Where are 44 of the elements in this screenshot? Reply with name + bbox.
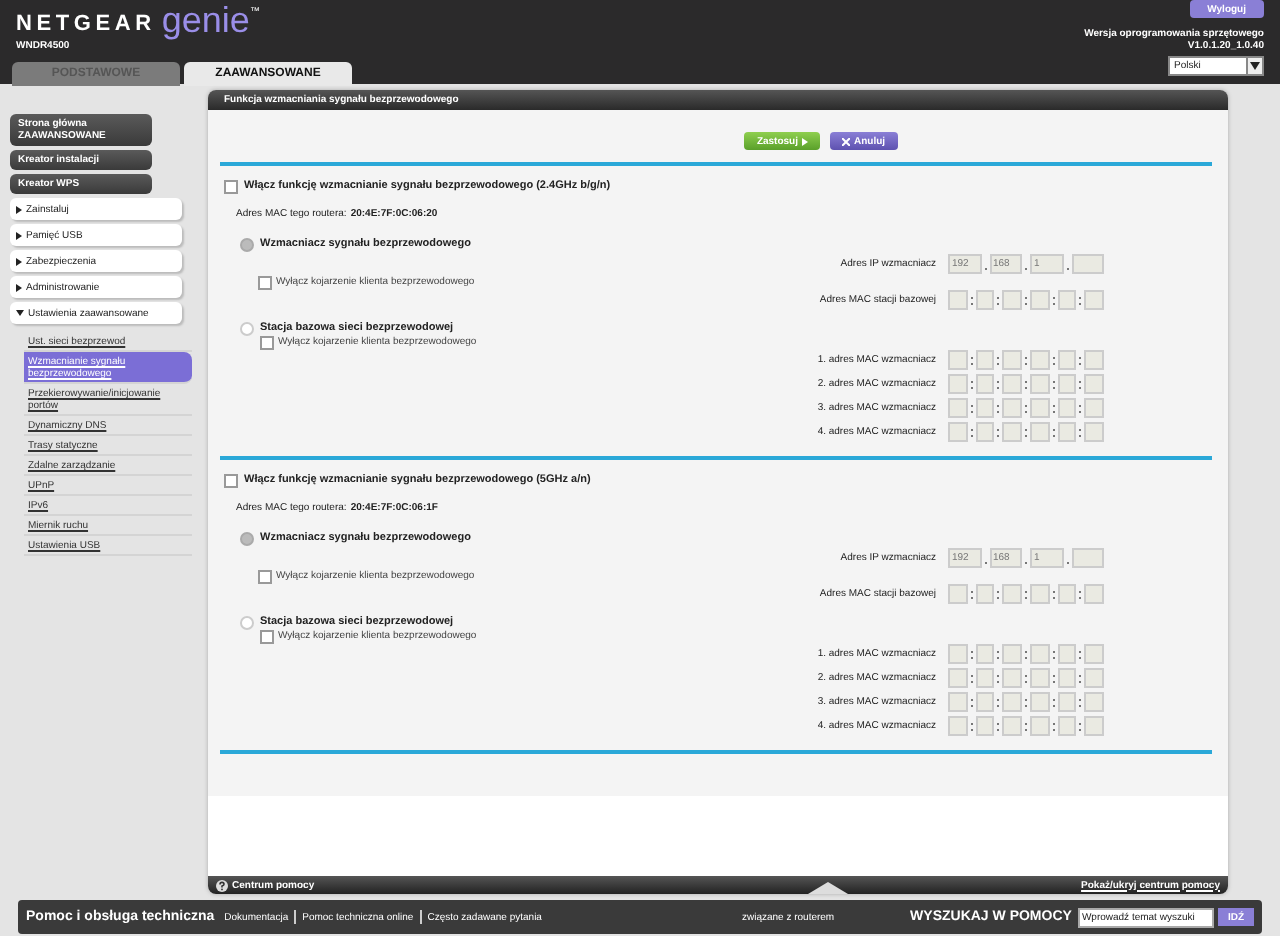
input-field[interactable]	[1084, 398, 1105, 418]
input-field[interactable]	[1002, 716, 1023, 736]
radio-button[interactable]	[240, 531, 254, 545]
input-field[interactable]	[1084, 422, 1105, 442]
input-field[interactable]	[1071, 548, 1104, 568]
radio-button[interactable]	[240, 321, 254, 335]
caret-right-icon	[16, 283, 22, 291]
checkbox[interactable]	[258, 569, 272, 583]
input-field[interactable]	[1002, 692, 1023, 712]
input-field[interactable]	[1002, 374, 1023, 394]
product-logo: genie	[161, 4, 250, 36]
input-field[interactable]	[1084, 692, 1105, 712]
help-icon	[216, 879, 228, 891]
input-field[interactable]	[1071, 254, 1104, 274]
input-field[interactable]	[1084, 374, 1105, 394]
input-field[interactable]	[1084, 716, 1105, 736]
input-field[interactable]	[1084, 644, 1105, 664]
close-icon	[842, 137, 850, 145]
input-field[interactable]	[1002, 290, 1023, 310]
input-field[interactable]	[1002, 644, 1023, 664]
caret-right-icon	[16, 205, 22, 213]
input-field[interactable]	[1002, 422, 1023, 442]
checkbox[interactable]	[224, 473, 238, 487]
input-field[interactable]	[1084, 290, 1105, 310]
checkbox[interactable]	[224, 179, 238, 193]
input-field[interactable]	[1084, 668, 1105, 688]
checkbox[interactable]	[260, 335, 274, 349]
radio-button[interactable]	[240, 615, 254, 629]
input-field[interactable]	[1002, 584, 1023, 604]
caret-right-icon	[16, 231, 22, 239]
caret-down-icon	[16, 310, 24, 316]
input-field[interactable]	[1002, 398, 1023, 418]
radio-button[interactable]	[240, 237, 254, 251]
checkbox[interactable]	[260, 629, 274, 643]
dropdown-arrow-icon[interactable]	[1246, 58, 1262, 74]
input-field[interactable]	[1002, 350, 1023, 370]
caret-right-icon	[16, 257, 22, 265]
expand-arrow-icon[interactable]	[807, 876, 848, 894]
checkbox[interactable]	[258, 275, 272, 289]
input-field[interactable]	[1084, 584, 1105, 604]
play-icon	[802, 137, 808, 145]
input-field[interactable]	[1002, 668, 1023, 688]
input-field[interactable]	[1084, 350, 1105, 370]
brand-logo: NETGEAR	[16, 12, 156, 36]
